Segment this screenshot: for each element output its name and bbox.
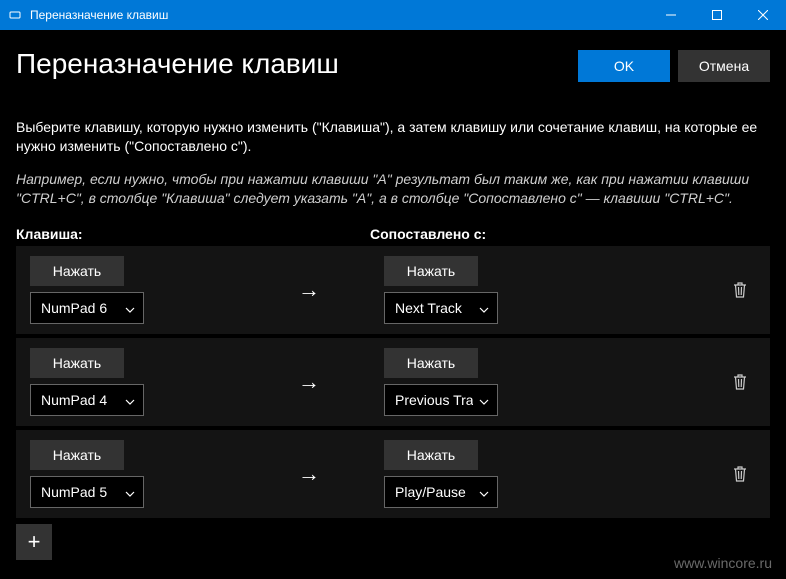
mapped-select-value: Next Track: [395, 300, 462, 316]
type-key-button[interactable]: Нажать: [30, 256, 124, 286]
mapped-select-value: Previous Track: [395, 392, 473, 408]
close-button[interactable]: [740, 0, 786, 30]
key-select-value: NumPad 5: [41, 484, 107, 500]
key-select-value: NumPad 4: [41, 392, 107, 408]
column-mapped-label: Сопоставлено с:: [370, 226, 770, 242]
column-key-label: Клавиша:: [16, 226, 370, 242]
mapped-select[interactable]: Previous Track: [384, 384, 498, 416]
window-title: Переназначение клавиш: [30, 8, 168, 22]
mapped-select[interactable]: Next Track: [384, 292, 498, 324]
chevron-down-icon: [479, 484, 489, 500]
example-text: Например, если нужно, чтобы при нажатии …: [16, 170, 770, 208]
type-mapped-button[interactable]: Нажать: [384, 348, 478, 378]
titlebar: Переназначение клавиш: [0, 0, 786, 30]
chevron-down-icon: [125, 484, 135, 500]
add-row: +: [16, 524, 770, 560]
mapping-row: Нажать NumPad 4 → Нажать Previous Track: [16, 338, 770, 426]
window-controls: [648, 0, 786, 30]
delete-row-button[interactable]: [724, 458, 756, 490]
page-title: Переназначение клавиш: [16, 48, 339, 80]
type-key-button[interactable]: Нажать: [30, 348, 124, 378]
delete-row-button[interactable]: [724, 366, 756, 398]
mapped-select[interactable]: Play/Pause: [384, 476, 498, 508]
trash-icon: [732, 465, 748, 483]
mapped-cell: Нажать Previous Track: [384, 348, 588, 416]
app-icon: [8, 8, 22, 22]
chevron-down-icon: [479, 392, 489, 408]
column-headers: Клавиша: Сопоставлено с:: [16, 226, 770, 242]
cancel-button[interactable]: Отмена: [678, 50, 770, 82]
add-mapping-button[interactable]: +: [16, 524, 52, 560]
trash-icon: [732, 281, 748, 299]
maximize-button[interactable]: [694, 0, 740, 30]
mapped-cell: Нажать Next Track: [384, 256, 588, 324]
type-mapped-button[interactable]: Нажать: [384, 256, 478, 286]
chevron-down-icon: [125, 392, 135, 408]
key-select[interactable]: NumPad 4: [30, 384, 144, 416]
ok-button[interactable]: OK: [578, 50, 670, 82]
titlebar-left: Переназначение клавиш: [0, 8, 168, 22]
trash-icon: [732, 373, 748, 391]
description-text: Выберите клавишу, которую нужно изменить…: [16, 118, 770, 156]
minimize-button[interactable]: [648, 0, 694, 30]
key-select[interactable]: NumPad 6: [30, 292, 144, 324]
delete-row-button[interactable]: [724, 274, 756, 306]
arrow-icon: →: [234, 277, 384, 303]
header-row: Переназначение клавиш OK Отмена: [16, 48, 770, 82]
mapping-rows: Нажать NumPad 6 → Нажать Next Track: [16, 246, 770, 522]
chevron-down-icon: [125, 300, 135, 316]
header-buttons: OK Отмена: [578, 50, 770, 82]
plus-icon: +: [28, 529, 41, 555]
watermark: www.wincore.ru: [674, 555, 772, 571]
key-cell: Нажать NumPad 5: [30, 440, 234, 508]
mapped-cell: Нажать Play/Pause: [384, 440, 588, 508]
key-select[interactable]: NumPad 5: [30, 476, 144, 508]
chevron-down-icon: [479, 300, 489, 316]
type-mapped-button[interactable]: Нажать: [384, 440, 478, 470]
type-key-button[interactable]: Нажать: [30, 440, 124, 470]
key-cell: Нажать NumPad 6: [30, 256, 234, 324]
arrow-icon: →: [234, 369, 384, 395]
arrow-icon: →: [234, 461, 384, 487]
mapping-row: Нажать NumPad 6 → Нажать Next Track: [16, 246, 770, 334]
key-select-value: NumPad 6: [41, 300, 107, 316]
mapping-row: Нажать NumPad 5 → Нажать Play/Pause: [16, 430, 770, 518]
content: Переназначение клавиш OK Отмена Выберите…: [0, 30, 786, 560]
key-cell: Нажать NumPad 4: [30, 348, 234, 416]
mapped-select-value: Play/Pause: [395, 484, 466, 500]
